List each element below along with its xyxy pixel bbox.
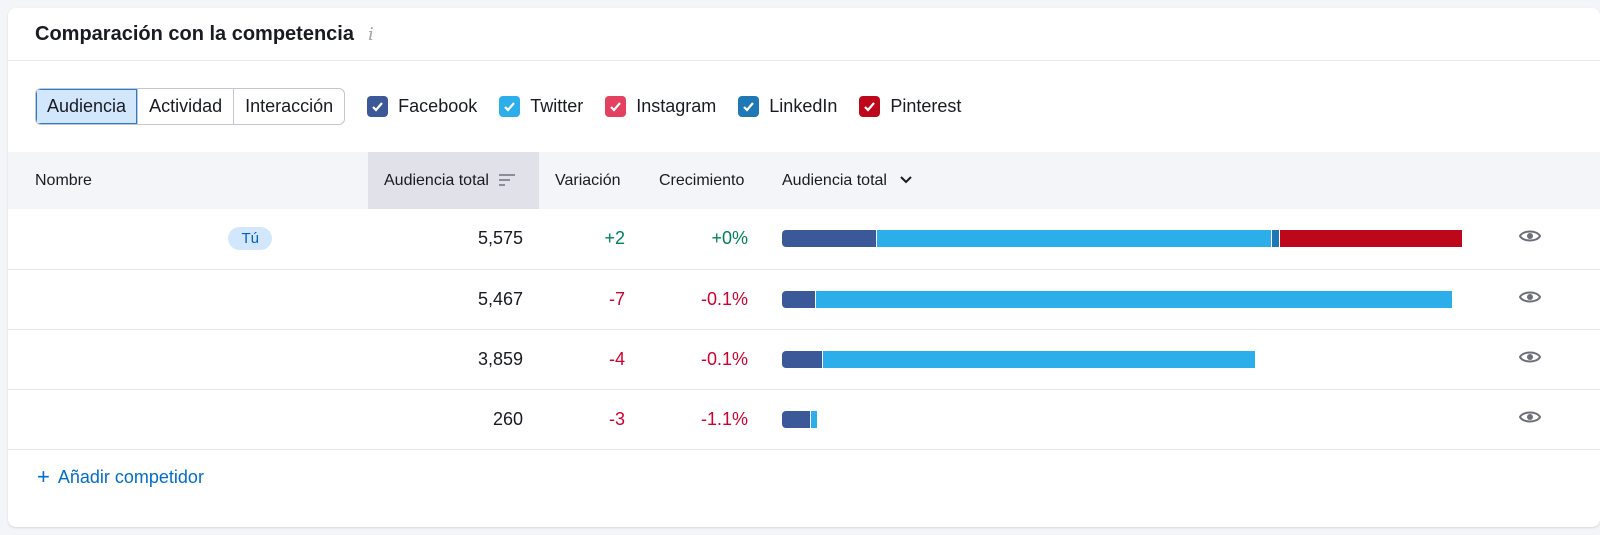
comparison-table: Nombre Audiencia total Variación Crecimi… bbox=[8, 152, 1600, 450]
table-row: Tú 5,575 +2 +0% bbox=[8, 209, 1600, 269]
column-header-audience-chart-label: Audiencia total bbox=[782, 171, 887, 189]
checkbox-label: Pinterest bbox=[890, 95, 962, 116]
bar-segment-facebook bbox=[782, 230, 878, 248]
variation-cell: -7 bbox=[608, 288, 625, 309]
tab-actividad[interactable]: Actividad bbox=[138, 88, 235, 124]
column-header-actions bbox=[1480, 152, 1600, 209]
bar-segment-pinterest bbox=[1279, 230, 1462, 248]
checkbox-label: Twitter bbox=[530, 95, 584, 116]
column-header-audience-label: Audiencia total bbox=[384, 171, 489, 189]
checkbox-checked-icon bbox=[499, 95, 521, 117]
checkbox-label: Instagram bbox=[636, 95, 717, 116]
audience-stacked-bar bbox=[782, 230, 1480, 248]
bar-segment-twitter bbox=[816, 290, 1452, 308]
tab-audiencia[interactable]: Audiencia bbox=[36, 88, 139, 124]
info-icon[interactable]: i bbox=[368, 24, 374, 45]
checkbox-instagram[interactable]: Instagram bbox=[605, 95, 717, 117]
name-cell bbox=[8, 329, 368, 389]
column-header-name[interactable]: Nombre bbox=[8, 152, 368, 209]
checkbox-checked-icon bbox=[859, 95, 881, 117]
audience-bar-cell bbox=[764, 209, 1480, 269]
plus-icon: + bbox=[37, 464, 50, 489]
tab-interaccion[interactable]: Interacción bbox=[234, 89, 344, 124]
audience-stacked-bar bbox=[782, 290, 1480, 308]
eye-icon[interactable] bbox=[1518, 405, 1542, 429]
eye-icon[interactable] bbox=[1518, 224, 1542, 248]
audience-cell: 3,859 bbox=[477, 348, 523, 369]
checkbox-checked-icon bbox=[738, 95, 760, 117]
table-row: 3,859 -4 -0.1% bbox=[8, 329, 1600, 389]
variation-cell: -4 bbox=[608, 348, 625, 369]
audience-bar-cell bbox=[764, 329, 1480, 389]
metric-segmented-control: Audiencia Actividad Interacción bbox=[35, 87, 346, 125]
checkbox-linkedin[interactable]: LinkedIn bbox=[738, 95, 838, 117]
chevron-down-icon bbox=[900, 176, 913, 184]
table-header-row: Nombre Audiencia total Variación Crecimi… bbox=[8, 152, 1600, 209]
checkbox-label: Facebook bbox=[398, 95, 478, 116]
column-header-audience[interactable]: Audiencia total bbox=[368, 152, 539, 209]
name-cell bbox=[8, 389, 368, 449]
bar-segment-facebook bbox=[782, 350, 823, 368]
audience-bar-cell bbox=[764, 389, 1480, 449]
column-header-variation[interactable]: Variación bbox=[539, 152, 641, 209]
audience-bar-cell bbox=[764, 269, 1480, 329]
bar-segment-facebook bbox=[782, 290, 816, 308]
checkbox-checked-icon bbox=[367, 95, 389, 117]
checkbox-pinterest[interactable]: Pinterest bbox=[859, 95, 962, 117]
growth-cell: -0.1% bbox=[700, 348, 748, 369]
bar-segment-twitter bbox=[822, 350, 1255, 368]
card-header: Comparación con la competencia i bbox=[8, 8, 1600, 61]
controls-bar: Audiencia Actividad Interacción Facebook… bbox=[8, 61, 1600, 151]
audience-stacked-bar bbox=[782, 410, 1480, 428]
add-competitor-button[interactable]: + Añadir competidor bbox=[37, 464, 204, 490]
checkbox-checked-icon bbox=[605, 95, 627, 117]
actions-cell bbox=[1480, 269, 1600, 329]
actions-cell bbox=[1480, 209, 1600, 269]
you-badge: Tú bbox=[228, 227, 272, 251]
bar-segment-twitter bbox=[877, 230, 1272, 248]
name-cell: Tú bbox=[8, 209, 368, 269]
bar-segment-twitter bbox=[810, 410, 817, 428]
growth-cell: -1.1% bbox=[700, 408, 748, 429]
column-header-growth[interactable]: Crecimiento bbox=[641, 152, 764, 209]
column-header-audience-chart[interactable]: Audiencia total bbox=[764, 152, 1480, 209]
card-title: Comparación con la competencia bbox=[35, 22, 354, 45]
growth-cell: +0% bbox=[711, 228, 748, 249]
bar-segment-facebook bbox=[782, 410, 811, 428]
checkbox-facebook[interactable]: Facebook bbox=[367, 95, 478, 117]
audience-stacked-bar bbox=[782, 350, 1480, 368]
audience-cell: 5,467 bbox=[477, 288, 523, 309]
table-row: 260 -3 -1.1% bbox=[8, 389, 1600, 449]
add-competitor-label: Añadir competidor bbox=[57, 466, 204, 487]
network-filters: Facebook Twitter Instagram LinkedIn Pinteres… bbox=[367, 95, 983, 117]
checkbox-twitter[interactable]: Twitter bbox=[499, 95, 584, 117]
actions-cell bbox=[1480, 329, 1600, 389]
eye-icon[interactable] bbox=[1518, 285, 1542, 309]
eye-icon[interactable] bbox=[1518, 345, 1542, 369]
variation-cell: -3 bbox=[608, 408, 625, 429]
competitor-comparison-card: Comparación con la competencia i Audienc… bbox=[8, 8, 1600, 527]
name-cell bbox=[8, 269, 368, 329]
audience-cell: 260 bbox=[492, 408, 523, 429]
growth-cell: -0.1% bbox=[700, 288, 748, 309]
table-row: 5,467 -7 -0.1% bbox=[8, 269, 1600, 329]
variation-cell: +2 bbox=[604, 228, 625, 249]
audience-cell: 5,575 bbox=[477, 228, 523, 249]
actions-cell bbox=[1480, 389, 1600, 449]
checkbox-label: LinkedIn bbox=[769, 95, 838, 116]
bar-segment-linkedin bbox=[1271, 230, 1280, 248]
sort-icon bbox=[499, 174, 516, 187]
